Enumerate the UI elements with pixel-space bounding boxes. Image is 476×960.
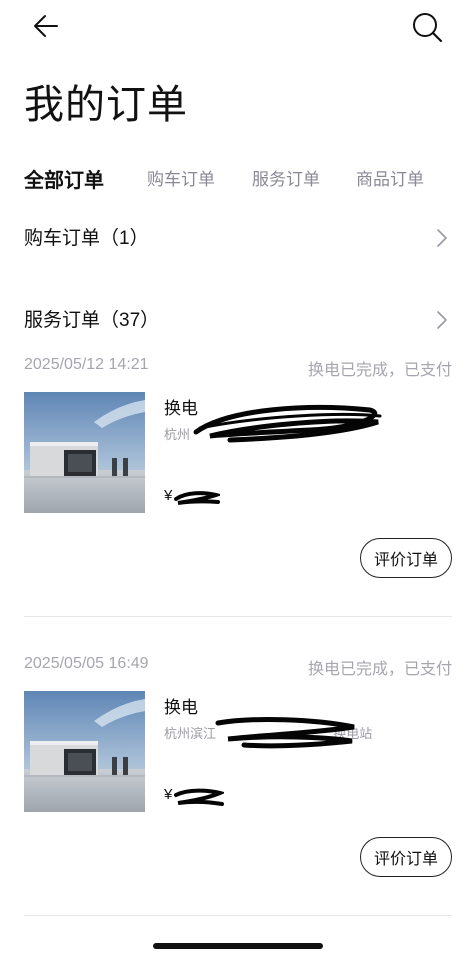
rate-order-button[interactable]: 评价订单 [360, 538, 452, 578]
divider [24, 915, 452, 916]
order-location: 杭州滨江 换电站 [164, 723, 372, 742]
car-orders-label: 购车订单（1） [24, 228, 149, 249]
page-title: 我的订单 [24, 83, 188, 127]
redaction-scribble [193, 405, 382, 443]
tab-product-orders[interactable]: 商品订单 [356, 165, 424, 190]
arrow-left-icon[interactable] [31, 10, 63, 42]
home-indicator [153, 943, 323, 949]
search-icon[interactable] [410, 10, 444, 44]
divider [24, 616, 452, 617]
tab-all-orders[interactable]: 全部订单 [24, 164, 104, 193]
order-status: 换电已完成，已支付 [307, 661, 452, 678]
order-card[interactable]: 2025/05/05 16:49 换电已完成，已支付 换电 杭州滨江 换电站 ¥… [24, 655, 452, 915]
order-price: ¥ [164, 487, 173, 504]
swap-station-image [24, 392, 145, 513]
tab-service-orders[interactable]: 服务订单 [252, 165, 320, 190]
orders-page: 我的订单 全部订单 购车订单 服务订单 商品订单 购车订单（1） 服务订单（37… [0, 0, 476, 960]
order-card[interactable]: 2025/05/12 14:21 换电已完成，已支付 换电 杭州 ¥ 评价订单 [24, 356, 452, 616]
order-location-city: 杭州滨江 [164, 726, 217, 741]
redaction-scribble [174, 788, 224, 806]
redaction-scribble [174, 491, 220, 505]
order-location: 杭州 [164, 427, 191, 442]
order-tabs: 全部订单 购车订单 服务订单 商品订单 [24, 165, 464, 197]
service-orders-label: 服务订单（37） [24, 310, 160, 331]
top-bar [0, 0, 476, 56]
service-orders-row[interactable]: 服务订单（37） [24, 305, 450, 335]
swap-station-image [24, 691, 145, 812]
rate-order-button[interactable]: 评价订单 [360, 837, 452, 877]
chevron-right-icon [437, 229, 447, 247]
order-type: 换电 [164, 698, 198, 717]
tab-car-orders[interactable]: 购车订单 [147, 165, 215, 190]
order-status: 换电已完成，已支付 [307, 362, 452, 379]
car-orders-row[interactable]: 购车订单（1） [24, 223, 450, 253]
order-date: 2025/05/12 14:21 [24, 356, 149, 373]
chevron-right-icon [437, 311, 447, 329]
order-date: 2025/05/05 16:49 [24, 655, 149, 672]
order-location-suffix: 换电站 [333, 726, 373, 741]
order-price: ¥ [164, 786, 173, 803]
order-type: 换电 [164, 399, 198, 418]
